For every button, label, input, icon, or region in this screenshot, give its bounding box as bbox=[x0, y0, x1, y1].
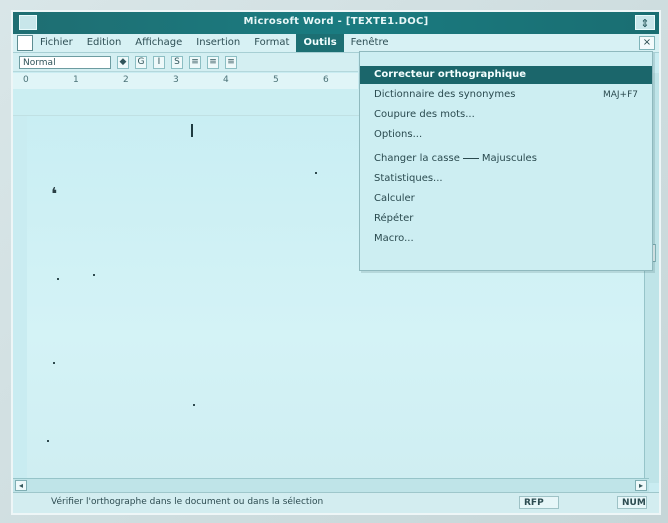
status-text: Vérifier l'orthographe dans le document … bbox=[51, 497, 324, 507]
menu-item-label: Changer la casse bbox=[374, 153, 460, 164]
toolbar-button[interactable]: ◆ bbox=[117, 55, 129, 69]
menu-fichier[interactable]: Fichier bbox=[33, 34, 80, 52]
menu-item-shortcut: MAJ+F7 bbox=[602, 90, 638, 100]
scroll-left-icon[interactable]: ◂ bbox=[15, 480, 27, 491]
menu-fenetre[interactable]: Fenêtre bbox=[344, 34, 396, 52]
restore-icon[interactable]: ⇕ bbox=[635, 15, 655, 30]
outils-dropdown-menu: Correcteur orthographique Dictionnaire d… bbox=[359, 51, 653, 271]
menu-item-label: Statistiques... bbox=[374, 173, 443, 184]
menu-item-label: Coupure des mots... bbox=[374, 109, 475, 120]
arrow-icon bbox=[462, 157, 479, 159]
menu-item-suffix: Majuscules bbox=[481, 153, 537, 164]
style-select[interactable]: Normal bbox=[19, 55, 111, 69]
text-cursor bbox=[191, 124, 193, 137]
menu-item-label: Dictionnaire des synonymes bbox=[374, 89, 516, 100]
menu-format[interactable]: Format bbox=[247, 34, 296, 52]
menu-item-statistiques[interactable]: Statistiques... bbox=[360, 170, 652, 188]
menu-affichage[interactable]: Affichage bbox=[128, 34, 189, 52]
italic-button[interactable]: I bbox=[153, 55, 165, 69]
document-close-icon[interactable]: × bbox=[639, 36, 655, 50]
bold-button[interactable]: G bbox=[135, 55, 147, 69]
underline-button[interactable]: S bbox=[171, 55, 183, 69]
scroll-right-icon[interactable]: ▸ bbox=[635, 480, 647, 491]
speck bbox=[47, 440, 49, 442]
menu-item-label: Calculer bbox=[374, 193, 415, 204]
ruler-tick: 0 bbox=[23, 75, 29, 85]
ruler-tick: 1 bbox=[73, 75, 79, 85]
status-bar: Vérifier l'orthographe dans le document … bbox=[13, 492, 659, 513]
align-left-button[interactable]: ≡ bbox=[189, 55, 201, 69]
horizontal-scrollbar[interactable]: ◂ ▸ bbox=[13, 478, 649, 493]
ruler-tick: 3 bbox=[173, 75, 179, 85]
speck bbox=[53, 362, 55, 364]
window-title: Microsoft Word - [TEXTE1.DOC] bbox=[243, 16, 429, 27]
ruler-tick: 2 bbox=[123, 75, 129, 85]
document-mark: ❛ bbox=[51, 184, 58, 205]
menu-insertion[interactable]: Insertion bbox=[189, 34, 247, 52]
menu-item-coupure[interactable]: Coupure des mots... bbox=[360, 106, 652, 124]
speck bbox=[93, 274, 95, 276]
menu-item-synonymes[interactable]: Dictionnaire des synonymes MAJ+F7 bbox=[360, 86, 652, 104]
menu-item-macro[interactable]: Macro... bbox=[360, 230, 652, 248]
menu-item-changer-casse[interactable]: Changer la casse Majuscules bbox=[360, 150, 652, 168]
ruler-tick: 5 bbox=[273, 75, 279, 85]
ovr-indicator: RFP bbox=[519, 496, 559, 509]
menu-item-repeter[interactable]: Répéter bbox=[360, 210, 652, 228]
menu-item-label: Correcteur orthographique bbox=[374, 69, 527, 80]
menu-item-correcteur[interactable]: Correcteur orthographique bbox=[360, 66, 652, 84]
menu-item-options[interactable]: Options... bbox=[360, 126, 652, 144]
menu-edition[interactable]: Edition bbox=[80, 34, 129, 52]
speck bbox=[315, 172, 317, 174]
menu-item-label: Macro... bbox=[374, 233, 414, 244]
ruler-tick: 4 bbox=[223, 75, 229, 85]
title-bar: Microsoft Word - [TEXTE1.DOC] ⇕ bbox=[13, 12, 659, 34]
menu-item-label: Répéter bbox=[374, 213, 414, 224]
align-center-button[interactable]: ≡ bbox=[207, 55, 219, 69]
num-indicator: NUM bbox=[617, 496, 647, 509]
menu-item-calculer[interactable]: Calculer bbox=[360, 190, 652, 208]
menu-outils[interactable]: Outils bbox=[296, 34, 344, 52]
align-right-button[interactable]: ≡ bbox=[225, 55, 237, 69]
ruler[interactable]: 0 1 2 3 4 5 6 bbox=[13, 73, 358, 90]
ruler-tick: 6 bbox=[323, 75, 329, 85]
formatting-toolbar: Normal ◆ G I S ≡ ≡ ≡ bbox=[13, 53, 358, 72]
document-menu-icon[interactable] bbox=[17, 35, 33, 51]
speck bbox=[193, 404, 195, 406]
app-window: Microsoft Word - [TEXTE1.DOC] ⇕ Fichier … bbox=[11, 10, 661, 515]
speck bbox=[57, 278, 59, 280]
menu-item-label: Options... bbox=[374, 129, 423, 140]
